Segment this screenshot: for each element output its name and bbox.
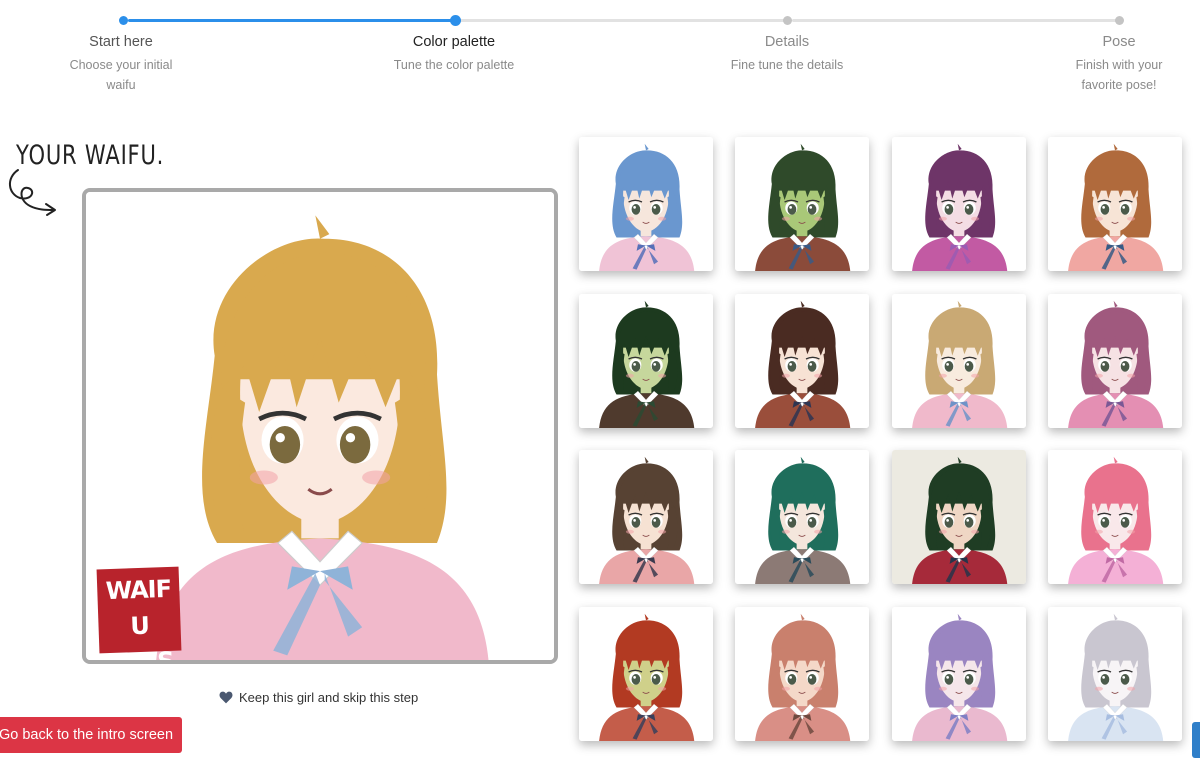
palette-option-tile[interactable] [1048,294,1182,428]
step-title-start[interactable]: Start here [36,34,206,50]
palette-option-portrait [892,137,1026,271]
palette-option-portrait [579,137,713,271]
step-title-color-palette[interactable]: Color palette [369,34,539,50]
back-to-intro-button[interactable]: Go back to the intro screen [0,717,182,753]
keep-girl-skip-link[interactable]: Keep this girl and skip this step [219,690,418,705]
waifu-labs-logo: WAIFU LABS [96,566,182,660]
palette-option-tile[interactable] [1048,607,1182,741]
palette-option-tile[interactable] [892,294,1026,428]
step-connector-done [128,19,455,22]
step-dot-color-palette[interactable] [450,15,461,26]
palette-option-tile[interactable] [892,137,1026,271]
curly-arrow-icon [9,169,56,216]
step-desc-details: Fine tune the details [730,58,844,72]
palette-option-portrait [579,607,713,741]
your-waifu-heading: YOUR WAIFU. [16,140,165,171]
palette-option-portrait [735,137,869,271]
palette-option-tile[interactable] [735,450,869,584]
palette-option-portrait [735,607,869,741]
palette-option-tile[interactable] [735,294,869,428]
step-desc-color-palette: Tune the color palette [393,58,515,72]
palette-option-portrait [1048,607,1182,741]
palette-option-tile[interactable] [1048,137,1182,271]
waifu-preview-frame: WAIFU LABS [82,188,558,664]
step-desc-start: Choose your initial waifu [69,58,173,92]
keep-girl-label: Keep this girl and skip this step [239,690,419,705]
palette-option-portrait [1048,450,1182,584]
palette-option-tile[interactable] [579,607,713,741]
palette-option-portrait [892,294,1026,428]
palette-option-tile[interactable] [735,137,869,271]
palette-option-portrait [892,450,1026,584]
heart-icon [219,691,233,704]
palette-option-portrait [735,450,869,584]
step-desc-pose: Finish with your favorite pose! [1075,58,1163,92]
step-title-details[interactable]: Details [702,34,872,50]
palette-option-portrait [735,294,869,428]
palette-option-tile[interactable] [579,137,713,271]
step-dot-start[interactable] [119,16,128,25]
step-dot-details[interactable] [783,16,792,25]
palette-option-tile[interactable] [579,294,713,428]
palette-option-portrait [1048,137,1182,271]
palette-option-portrait [579,294,713,428]
step-dot-pose[interactable] [1115,16,1124,25]
palette-option-portrait [892,607,1026,741]
palette-option-tile[interactable] [892,607,1026,741]
palette-option-tile[interactable] [1048,450,1182,584]
palette-option-portrait [1048,294,1182,428]
step-title-pose[interactable]: Pose [1034,34,1200,50]
palette-option-tile[interactable] [735,607,869,741]
next-button-edge[interactable] [1192,722,1200,758]
progress-stepper: Start here Choose your initial waifu Col… [0,0,1200,100]
palette-option-tile[interactable] [579,450,713,584]
step-connector-pending [460,19,788,22]
step-connector-pending [792,19,1120,22]
palette-option-portrait [579,450,713,584]
palette-option-tile[interactable] [892,450,1026,584]
